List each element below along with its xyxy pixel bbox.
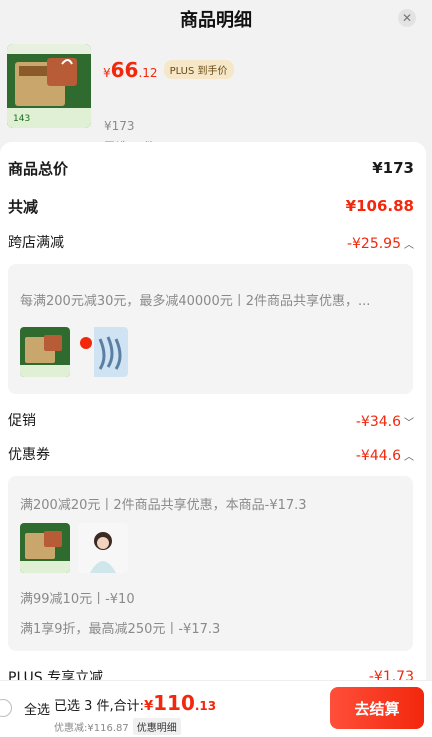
coupon-label: 优惠券: [8, 447, 50, 463]
page-title: 商品明细: [180, 10, 252, 31]
cross-store-desc: 每满200元减30元，最多减40000元丨2件商品共享优惠，...: [20, 294, 371, 309]
model-product-thumb[interactable]: [78, 523, 128, 573]
price-decimal: .12: [138, 66, 158, 80]
product-info: 143 ¥66.12PLUS 到手价 ¥173 已选 1 件: [0, 36, 432, 154]
coupon-card: 满200减20元丨2件商品共享优惠，本商品-¥17.3 满99减10元丨-¥10…: [8, 476, 413, 651]
select-all-checkbox[interactable]: [0, 699, 12, 717]
chevron-up-icon[interactable]: ︿: [404, 240, 414, 251]
total-reduced-row: 共减 ¥106.88: [8, 194, 414, 218]
selected-total: 已选 3 件,合计:¥110.13: [54, 691, 216, 715]
total-currency: ¥: [144, 699, 154, 714]
tea-product-thumb[interactable]: [20, 327, 70, 377]
second-product-thumb[interactable]: [78, 327, 128, 377]
image-badge-text: 143: [13, 114, 30, 124]
price-integer: 66: [110, 58, 139, 82]
checkout-bar: 全选 已选 3 件,合计:¥110.13 优惠减:¥116.87 优惠明细 去结算: [0, 680, 432, 737]
plus-price-tag: PLUS 到手价: [163, 60, 234, 79]
coupon-value: -¥44.6: [355, 447, 401, 464]
cross-store-card: 每满200元减30元，最多减40000元丨2件商品共享优惠，...: [8, 264, 413, 394]
coupon-desc-1: 满200减20元丨2件商品共享优惠，本商品-¥17.3: [20, 498, 307, 513]
checkout-button[interactable]: 去结算: [330, 687, 424, 729]
discount-detail-button[interactable]: 优惠明细: [132, 718, 181, 735]
coupon-row[interactable]: 优惠券 -¥44.6 ︿: [8, 442, 414, 466]
total-integer: 110: [153, 691, 195, 715]
cross-store-label: 跨店满减: [8, 235, 64, 251]
promotion-row[interactable]: 促销 -¥34.6 ﹀: [8, 408, 414, 432]
chevron-down-icon[interactable]: ﹀: [404, 418, 414, 429]
selected-summary-prefix: 已选 3 件,合计:: [54, 699, 145, 714]
goods-total-row: 商品总价 ¥173: [8, 156, 414, 180]
price-currency: ¥: [103, 66, 111, 80]
tea-product-thumb[interactable]: [20, 523, 70, 573]
coupon-desc-3: 满1享9折，最高减250元丨-¥17.3: [20, 622, 221, 637]
total-decimal: .13: [194, 699, 217, 713]
goods-total-value: ¥173: [372, 159, 414, 177]
promotion-value: -¥34.6: [355, 413, 401, 430]
product-image[interactable]: 143: [7, 44, 91, 128]
price-detail-sheet: 商品总价 ¥173 共减 ¥106.88 跨店满减 -¥25.95 ︿ 每满200…: [0, 142, 426, 702]
cross-store-row[interactable]: 跨店满减 -¥25.95 ︿: [8, 230, 414, 254]
chevron-up-icon[interactable]: ︿: [404, 452, 414, 463]
close-icon[interactable]: ✕: [398, 9, 416, 27]
total-reduced-label: 共减: [8, 197, 39, 216]
discount-line: 优惠减:¥116.87 优惠明细: [54, 718, 181, 735]
header: 商品明细 ✕: [0, 0, 432, 36]
promotion-label: 促销: [8, 413, 36, 429]
cross-store-value: -¥25.95: [346, 235, 401, 252]
deal-price: ¥66.12 PLUS 到手价: [103, 58, 234, 82]
goods-total-label: 商品总价: [8, 159, 69, 178]
coupon-desc-2: 满99减10元丨-¥10: [20, 592, 135, 607]
original-price: ¥173: [104, 119, 135, 133]
select-all-label[interactable]: 全选: [24, 699, 50, 718]
discount-amount: 优惠减:¥116.87: [54, 723, 129, 734]
total-reduced-value: ¥106.88: [345, 197, 414, 215]
